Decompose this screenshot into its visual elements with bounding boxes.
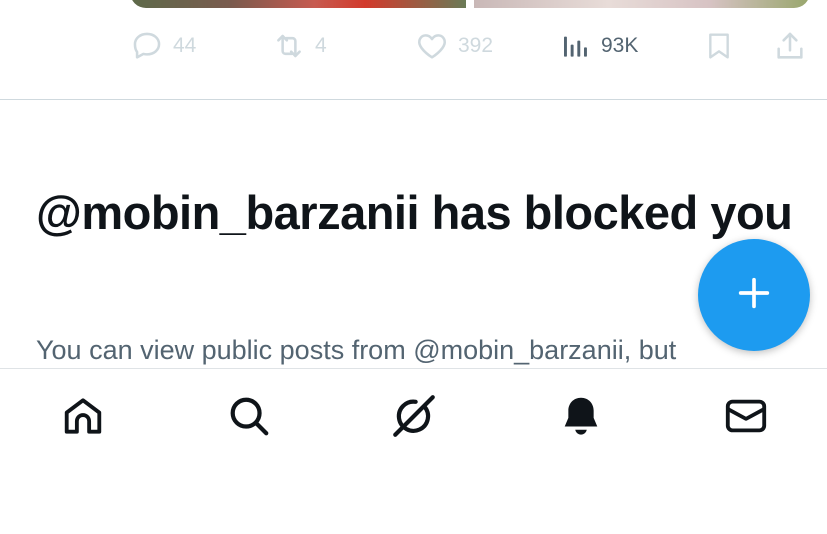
views-button[interactable]: 93K: [560, 24, 638, 68]
repost-button[interactable]: 4: [272, 24, 327, 68]
bell-icon: [558, 393, 604, 444]
plus-icon: [734, 273, 774, 318]
repost-count: 4: [315, 34, 327, 57]
post-action-bar: 44 4 392 93K: [0, 24, 827, 68]
nav-notifications[interactable]: [556, 393, 606, 443]
view-count: 93K: [601, 34, 639, 57]
bar-chart-icon: [560, 29, 592, 63]
share-button[interactable]: [773, 24, 807, 68]
like-count: 392: [458, 34, 494, 57]
mail-icon: [723, 393, 769, 444]
nav-search[interactable]: [224, 393, 274, 443]
compose-post-button[interactable]: [698, 239, 810, 351]
nav-messages[interactable]: [721, 393, 771, 443]
heart-icon: [415, 29, 449, 63]
post-image-right[interactable]: [474, 0, 810, 8]
nav-grok[interactable]: [389, 393, 439, 443]
home-icon: [60, 393, 106, 444]
blocked-headline: @mobin_barzanii has blocked you: [36, 186, 793, 239]
speech-bubble-icon: [130, 29, 164, 63]
bookmark-button[interactable]: [703, 24, 735, 68]
post-media[interactable]: [130, 0, 810, 8]
post-image-left[interactable]: [130, 0, 466, 8]
reply-count: 44: [173, 34, 197, 57]
blocked-profile-screen: 44 4 392 93K @mobin_barzanii has blocked…: [0, 0, 827, 534]
search-icon: [226, 393, 272, 444]
blocked-message: You can view public posts from @mobin_ba…: [36, 335, 677, 365]
grok-icon: [389, 391, 439, 446]
repost-arrows-icon: [272, 29, 306, 63]
share-upload-icon: [773, 29, 807, 63]
reply-button[interactable]: 44: [130, 24, 196, 68]
like-button[interactable]: 392: [415, 24, 493, 68]
bookmark-icon: [703, 29, 735, 63]
bottom-navigation: [0, 368, 827, 534]
nav-home[interactable]: [58, 393, 108, 443]
post-divider: [0, 99, 827, 100]
